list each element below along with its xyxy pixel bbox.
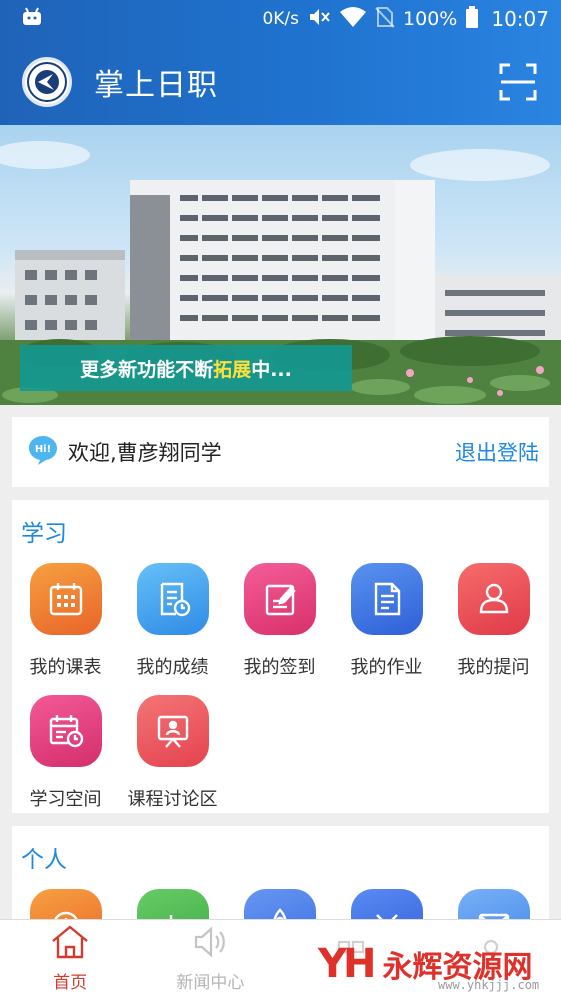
study-item-label: 课程讨论区 — [127, 789, 218, 810]
study-section-title: 学习 — [21, 521, 67, 547]
sign-in-edit-icon — [243, 563, 316, 635]
study-space-calendar-icon — [29, 695, 102, 767]
personal-section-title: 个人 — [21, 847, 67, 873]
study-section: 学习 我的课表 我的成绩 我的签到 我的作业 我的提问 学习空间 课程讨论区 — [12, 500, 549, 813]
nav-home[interactable]: 首页 — [0, 920, 140, 997]
scan-icon[interactable] — [499, 63, 537, 101]
hi-chat-bubble-icon: Hi! — [28, 434, 58, 470]
welcome-message: 欢迎,曹彦翔同学 — [68, 441, 222, 465]
calendar-icon — [29, 563, 102, 635]
logout-link[interactable]: 退出登陆 — [455, 437, 539, 467]
status-time: 10:07 — [491, 7, 549, 31]
battery-icon — [465, 5, 479, 33]
discussion-board-icon — [136, 695, 209, 767]
homework-document-icon — [350, 563, 423, 635]
study-item-checkin[interactable]: 我的签到 — [226, 560, 333, 692]
study-item-label: 我的作业 — [350, 657, 423, 678]
study-item-homework[interactable]: 我的作业 — [333, 560, 440, 692]
title-bar: 掌上日职 — [0, 38, 561, 125]
status-bar: 0K/s 100% 10:07 — [0, 0, 561, 38]
mute-icon — [307, 6, 331, 33]
study-item-grades[interactable]: 我的成绩 — [119, 560, 226, 692]
study-item-label: 我的成绩 — [136, 657, 209, 678]
study-item-schedule[interactable]: 我的课表 — [12, 560, 119, 692]
watermark-url: www.yhkjjj.com — [438, 978, 540, 992]
grade-report-icon — [136, 563, 209, 635]
svg-text:Hi!: Hi! — [35, 444, 51, 455]
study-item-label: 我的课表 — [29, 657, 102, 678]
question-person-icon — [457, 563, 530, 635]
banner-caption-suffix: 中... — [251, 358, 292, 381]
study-item-label: 学习空间 — [29, 789, 102, 810]
banner-carousel[interactable]: 更多新功能不断 拓展 中... — [0, 125, 561, 405]
app-header: 0K/s 100% 10:07 掌上日职 — [0, 0, 561, 125]
banner-caption-highlight: 拓展 — [213, 358, 252, 381]
site-watermark: YH 永辉资源网 www.yhkjjj.com — [318, 930, 561, 997]
banner-caption-prefix: 更多新功能不断 — [80, 358, 214, 381]
welcome-card: Hi! 欢迎,曹彦翔同学 退出登陆 — [12, 417, 549, 487]
study-item-label: 我的签到 — [243, 657, 316, 678]
study-item-questions[interactable]: 我的提问 — [440, 560, 547, 692]
nav-label: 首页 — [53, 973, 88, 993]
nav-news[interactable]: 新闻中心 — [140, 920, 280, 997]
battery-percent: 100% — [403, 8, 458, 30]
speaker-icon — [190, 924, 230, 964]
study-item-discussion[interactable]: 课程讨论区 — [119, 692, 226, 824]
nav-label: 新闻中心 — [176, 973, 245, 993]
watermark-logo: YH — [318, 940, 376, 987]
study-item-study-space[interactable]: 学习空间 — [12, 692, 119, 824]
school-logo — [22, 56, 72, 107]
banner-caption: 更多新功能不断 拓展 中... — [20, 345, 352, 391]
android-notification-icon — [20, 7, 44, 32]
app-title: 掌上日职 — [94, 67, 218, 103]
personal-section: 个人 — [12, 826, 549, 926]
wifi-icon — [339, 6, 367, 33]
network-speed: 0K/s — [262, 9, 300, 29]
no-sim-icon — [375, 6, 395, 33]
study-item-label: 我的提问 — [457, 657, 530, 678]
home-icon — [50, 924, 90, 964]
study-grid: 我的课表 我的成绩 我的签到 我的作业 我的提问 学习空间 课程讨论区 — [12, 560, 549, 824]
